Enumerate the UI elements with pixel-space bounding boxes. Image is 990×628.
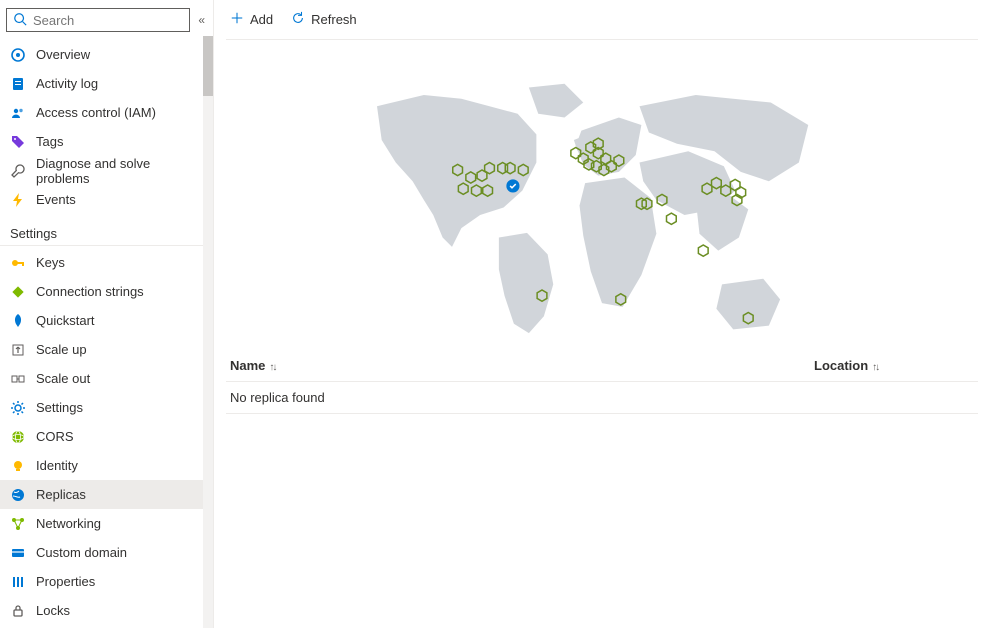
sidebar-item-label: Settings bbox=[36, 400, 83, 415]
collapse-sidebar-button[interactable]: « bbox=[198, 13, 205, 27]
sidebar-search[interactable] bbox=[6, 8, 190, 32]
refresh-button[interactable]: Refresh bbox=[291, 11, 357, 28]
sidebar-item-diagnose[interactable]: Diagnose and solve problems bbox=[0, 156, 213, 185]
cors-icon bbox=[10, 429, 26, 445]
sidebar-item-custom-domain[interactable]: Custom domain bbox=[0, 538, 213, 567]
sidebar-item-label: Access control (IAM) bbox=[36, 105, 156, 120]
sidebar-item-tags[interactable]: Tags bbox=[0, 127, 213, 156]
sidebar-item-label: Replicas bbox=[36, 487, 86, 502]
sidebar-item-activity-log[interactable]: Activity log bbox=[0, 69, 213, 98]
networking-icon bbox=[10, 516, 26, 532]
activity-log-icon bbox=[10, 76, 26, 92]
sidebar-item-label: Identity bbox=[36, 458, 78, 473]
sidebar-item-quickstart[interactable]: Quickstart bbox=[0, 306, 213, 335]
sort-icon: ↑↓ bbox=[872, 362, 878, 373]
sidebar-item-properties[interactable]: Properties bbox=[0, 567, 213, 596]
add-button[interactable]: Add bbox=[230, 11, 273, 28]
sidebar-item-label: Networking bbox=[36, 516, 101, 531]
quickstart-icon bbox=[10, 313, 26, 329]
sidebar-item-label: Overview bbox=[36, 47, 90, 62]
main-panel: Add Refresh Name↑↓ Location↑↓ No replica… bbox=[214, 0, 990, 628]
region-map bbox=[226, 40, 978, 350]
col-header-name[interactable]: Name↑↓ bbox=[230, 358, 814, 373]
sidebar-item-label: Activity log bbox=[36, 76, 98, 91]
sidebar-item-label: Scale out bbox=[36, 371, 90, 386]
plus-icon bbox=[230, 11, 244, 28]
sidebar-item-label: Keys bbox=[36, 255, 65, 270]
sidebar: « Overview Activity log Access control (IA… bbox=[0, 0, 214, 628]
sidebar-item-identity[interactable]: Identity bbox=[0, 451, 213, 480]
sidebar-item-label: CORS bbox=[36, 429, 74, 444]
replica-table-header: Name↑↓ Location↑↓ bbox=[226, 350, 978, 382]
sidebar-item-label: Locks bbox=[36, 603, 70, 618]
sidebar-item-label: Quickstart bbox=[36, 313, 95, 328]
sidebar-item-label: Diagnose and solve problems bbox=[36, 156, 205, 186]
diagnose-icon bbox=[10, 163, 26, 179]
sidebar-item-label: Scale up bbox=[36, 342, 87, 357]
locks-icon bbox=[10, 603, 26, 619]
refresh-label: Refresh bbox=[311, 12, 357, 27]
sidebar-item-scale-out[interactable]: Scale out bbox=[0, 364, 213, 393]
custom-domain-icon bbox=[10, 545, 26, 561]
sidebar-scrollbar-track bbox=[203, 36, 213, 628]
sidebar-item-keys[interactable]: Keys bbox=[0, 248, 213, 277]
sidebar-item-cors[interactable]: CORS bbox=[0, 422, 213, 451]
add-label: Add bbox=[250, 12, 273, 27]
search-icon bbox=[13, 12, 27, 29]
sidebar-section-settings: Settings bbox=[0, 214, 213, 246]
access-control-icon bbox=[10, 105, 26, 121]
sidebar-item-settings[interactable]: Settings bbox=[0, 393, 213, 422]
sidebar-item-scale-up[interactable]: Scale up bbox=[0, 335, 213, 364]
sidebar-item-connection-strings[interactable]: Connection strings bbox=[0, 277, 213, 306]
refresh-icon bbox=[291, 11, 305, 28]
sidebar-scrollbar-thumb[interactable] bbox=[203, 36, 213, 96]
col-header-location[interactable]: Location↑↓ bbox=[814, 358, 974, 373]
sidebar-item-overview[interactable]: Overview bbox=[0, 40, 213, 69]
sidebar-item-access-control[interactable]: Access control (IAM) bbox=[0, 98, 213, 127]
connection-strings-icon bbox=[10, 284, 26, 300]
sidebar-item-label: Tags bbox=[36, 134, 63, 149]
toolbar: Add Refresh bbox=[226, 0, 978, 40]
sidebar-item-events[interactable]: Events bbox=[0, 185, 213, 214]
sidebar-item-networking[interactable]: Networking bbox=[0, 509, 213, 538]
replica-table-empty: No replica found bbox=[226, 382, 978, 414]
sidebar-item-replicas[interactable]: Replicas bbox=[0, 480, 213, 509]
sidebar-item-locks[interactable]: Locks bbox=[0, 596, 213, 625]
sidebar-item-label: Properties bbox=[36, 574, 95, 589]
identity-icon bbox=[10, 458, 26, 474]
scale-out-icon bbox=[10, 371, 26, 387]
sidebar-item-label: Custom domain bbox=[36, 545, 127, 560]
scale-up-icon bbox=[10, 342, 26, 358]
sidebar-item-label: Events bbox=[36, 192, 76, 207]
events-icon bbox=[10, 192, 26, 208]
search-input[interactable] bbox=[31, 12, 183, 29]
tags-icon bbox=[10, 134, 26, 150]
properties-icon bbox=[10, 574, 26, 590]
replicas-icon bbox=[10, 487, 26, 503]
keys-icon bbox=[10, 255, 26, 271]
sort-icon: ↑↓ bbox=[269, 362, 275, 373]
overview-icon bbox=[10, 47, 26, 63]
settings-icon bbox=[10, 400, 26, 416]
sidebar-item-label: Connection strings bbox=[36, 284, 144, 299]
